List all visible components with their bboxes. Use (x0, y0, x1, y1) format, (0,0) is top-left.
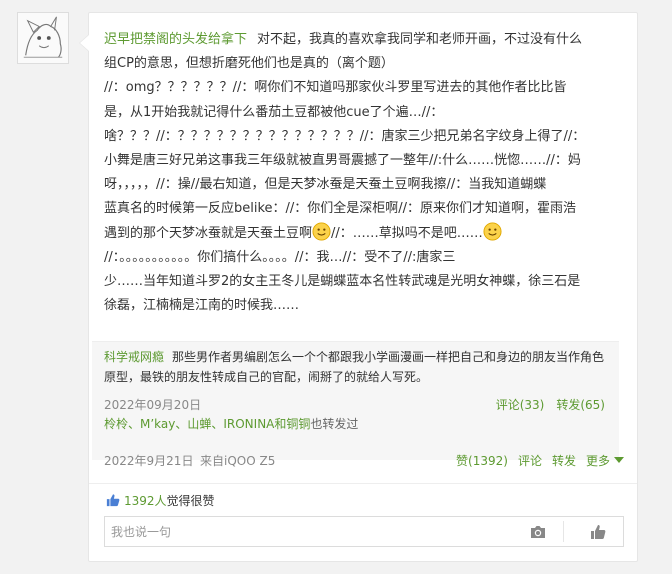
like-hand-icon[interactable] (589, 523, 607, 541)
post-text-line: 少……当年知道斗罗2的女主王冬儿是蝴蝶蓝本名性转武魂是光明女神蝶，徐三石是 (104, 274, 581, 290)
post-text-line: 对不起，我真的喜欢拿我同学和老师开画，不过没有什么 (257, 32, 583, 47)
likes-suffix: 觉得很赞 (166, 494, 215, 508)
repost-forward-link[interactable]: 转发(65) (556, 398, 605, 412)
post-body: 迟早把禁阁的头发给拿下 对不起，我真的喜欢拿我同学和老师开画，不过没有什么 组CP… (104, 28, 624, 318)
also-forwarded-suffix: 也转发过 (310, 417, 359, 431)
repost-text: 科学戒网瘾 那些男作者男编剧怎么一个个都跟我小学画漫画一样把自己和身边的朋友当作角… (104, 347, 609, 387)
repost-comment-link[interactable]: 评论(33) (496, 398, 545, 412)
post-text-line: 组CP的意思，但想折磨死他们也是真的（离个题） (104, 56, 394, 72)
post-author-link[interactable]: 迟早把禁阁的头发给拿下 (104, 32, 247, 47)
post-text-line: 遇到的那个天梦冰蚕就是天蚕土豆啊 (104, 225, 313, 241)
post-text-line: 蓝真名的时候第一反应belike：//：你们全是深柜啊//：原来你们才知道啊，霍… (104, 201, 577, 217)
post-actions: 赞(1392) 评论 转发 更多 (446, 452, 624, 469)
also-forwarded: 柃柃、M’kay、山蝉、IRONINA和铜铜也转发过 (104, 415, 358, 432)
smile-emoji-icon (483, 222, 502, 241)
likes-count-link[interactable]: 1392人 (124, 494, 167, 508)
repost-body: 那些男作者男编剧怎么一个个都跟我小学画漫画一样把自己和身边的朋友当作角色原型，最… (104, 350, 605, 384)
reposted-weibo: 科学戒网瘾 那些男作者男编剧怎么一个个都跟我小学画漫画一样把自己和身边的朋友当作角… (92, 341, 619, 460)
avatar-illustration (18, 13, 68, 63)
chevron-down-icon (614, 457, 624, 463)
forward-button[interactable]: 转发 (552, 454, 576, 468)
like-button[interactable]: 赞(1392) (456, 454, 508, 468)
post-meta-bar: 2022年9月21日 来自iQOO Z5 赞(1392) 评论 转发 更多 (104, 452, 624, 472)
repost-actions: 评论(33) 转发(65) (484, 396, 605, 413)
comment-button[interactable]: 评论 (518, 454, 542, 468)
smile-emoji-icon (312, 222, 331, 241)
post-text-line: //：……草拟吗不是吧…… (331, 225, 483, 241)
repost-author-link[interactable]: 科学戒网瘾 (104, 350, 164, 364)
comment-input[interactable] (105, 517, 537, 546)
post-time[interactable]: 2022年9月21日 (104, 452, 193, 469)
post-text-line: //：omg？？？？？？//：啊你们不知道吗那家伙斗罗里写进去的其他作者比比皆 (104, 80, 567, 96)
avatar[interactable] (17, 12, 69, 64)
thumb-up-icon (106, 494, 120, 507)
repost-date[interactable]: 2022年09月20日 (104, 396, 201, 413)
post-text-line: 小舞是唐三好兄弟这事我三年级就被直男哥震撼了一整年//:什么……恍惚……//：妈 (104, 153, 581, 169)
post-text-line: 啥？？？//：？？？？？？？？？？？？？？//：唐家三少把兄弟名字纹身上得了//… (104, 128, 586, 144)
more-button[interactable]: 更多 (586, 454, 624, 468)
comment-box-divider (563, 521, 564, 542)
comment-box (104, 516, 624, 547)
likes-summary: 1392人觉得很赞 (106, 492, 215, 509)
divider (89, 483, 637, 484)
post-text-line: 徐磊，江楠楠是江南的时候我…… (104, 298, 300, 314)
also-forwarded-users[interactable]: 柃柃、M’kay、山蝉、IRONINA和铜铜 (104, 417, 310, 431)
post-text-line: 是，从1开始我就记得什么番茄土豆都被他cue了个遍…//： (104, 104, 444, 120)
post-text-line: 呀，，，，，//：操//最右知道，但是天梦冰蚕是天蚕土豆啊我擦//：当我知道蝴蝶 (104, 177, 547, 193)
more-label: 更多 (585, 454, 610, 468)
post-text-line: //：。。。。。。。。。。。你们搞什么。。。。//：我…//：受不了//:唐家三 (104, 249, 456, 265)
post-source: 来自iQOO Z5 (200, 454, 276, 468)
weibo-post-card: 迟早把禁阁的头发给拿下 对不起，我真的喜欢拿我同学和老师开画，不过没有什么 组CP… (79, 12, 638, 562)
camera-icon[interactable] (529, 523, 547, 541)
